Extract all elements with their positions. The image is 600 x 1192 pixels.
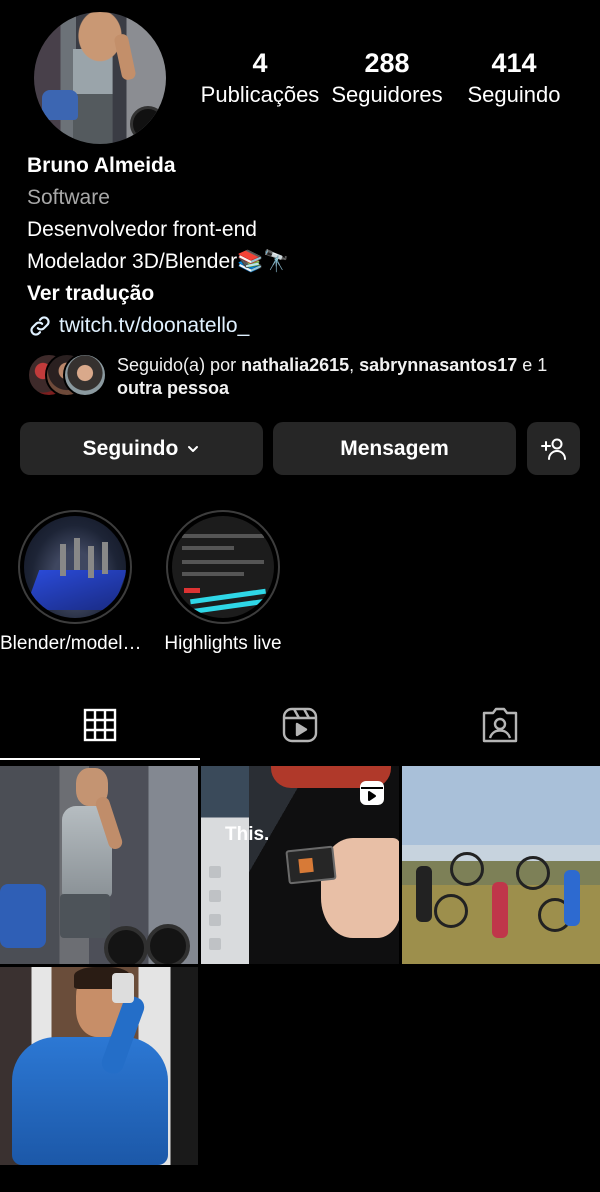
translate-link[interactable]: Ver tradução (27, 278, 587, 310)
tagged-icon (482, 707, 518, 743)
stat-followers[interactable]: 288 Seguidores (322, 46, 452, 110)
highlight-label: Highlights live (164, 633, 282, 654)
highlight-post (88, 546, 94, 578)
post-scene-shape (564, 870, 580, 926)
followers-label: Seguidores (331, 82, 443, 107)
post-scene-shape (209, 914, 221, 926)
following-count: 414 (491, 48, 537, 78)
following-button[interactable]: Seguindo (20, 422, 263, 475)
mutual-user-1: nathalia2615 (241, 355, 350, 375)
highlight-badge (184, 588, 200, 593)
stat-posts[interactable]: 4 Publicações (195, 46, 325, 110)
highlight-cover (24, 516, 126, 618)
post-scene-shape (450, 852, 484, 886)
post-scene-shape (434, 894, 468, 928)
highlight-post (102, 542, 108, 574)
profile-category: Software (27, 186, 110, 209)
post-scene-shape (12, 1037, 168, 1165)
following-label: Seguindo (467, 82, 561, 107)
tab-tagged[interactable] (400, 690, 600, 760)
chevron-down-icon (188, 445, 199, 452)
reels-icon (360, 781, 384, 805)
posts-count: 4 (252, 48, 268, 78)
post-scene-shape (209, 866, 221, 878)
highlight-line (182, 572, 244, 576)
profile-link[interactable]: twitch.tv/doonatello_ (27, 310, 587, 342)
following-button-label: Seguindo (82, 436, 179, 460)
bio-line-1: Desenvolvedor front-end (27, 218, 257, 241)
highlight-post (74, 538, 80, 570)
highlight-post (60, 544, 66, 576)
profile-avatar[interactable] (34, 12, 166, 144)
highlight-line (182, 546, 234, 550)
post-scene-shape (60, 894, 110, 938)
profile-actions: Seguindo Mensagem (20, 422, 580, 475)
grid-icon (83, 708, 117, 742)
profile-name: Bruno Almeida (27, 154, 176, 177)
post-thumbnail[interactable] (0, 766, 198, 964)
highlight-cover (172, 516, 274, 618)
post-scene-shape (416, 866, 432, 922)
highlight-label: Blender/modelagem (0, 633, 150, 654)
mutual-user-2: sabrynnasantos17 (359, 355, 518, 375)
followed-by-text: Seguido(a) por nathalia2615, sabrynnasan… (117, 354, 577, 400)
tab-posts[interactable] (0, 690, 200, 760)
highlight-line (182, 560, 264, 564)
mutual-avatars (27, 352, 107, 398)
profile-bio: Bruno Almeida Software Desenvolvedor fro… (27, 150, 587, 342)
post-scene-shape (285, 845, 337, 885)
followed-by-suffix: e 1 (517, 355, 548, 375)
post-scene-shape (0, 884, 46, 948)
profile-link-text: twitch.tv/doonatello_ (59, 314, 250, 337)
stat-following[interactable]: 414 Seguindo (449, 46, 579, 110)
followed-by-prefix: Seguido(a) por (117, 355, 242, 375)
highlight-line (182, 534, 264, 538)
active-tab-indicator (0, 758, 200, 760)
post-thumbnail[interactable] (402, 766, 600, 964)
post-scene-shape (201, 766, 249, 964)
post-scene-shape (112, 973, 134, 1003)
followers-count: 288 (364, 48, 410, 78)
highlight-ring (18, 510, 132, 624)
posts-label: Publicações (200, 82, 320, 107)
mutual-avatar (63, 353, 107, 397)
highlight-blender[interactable]: Blender/modelagem (0, 510, 150, 656)
avatar-equipment (42, 90, 78, 120)
message-button[interactable]: Mensagem (273, 422, 516, 475)
highlight-live[interactable]: Highlights live (148, 510, 298, 656)
reels-icon (282, 707, 318, 743)
avatar-weight-disc (130, 106, 166, 142)
add-person-button[interactable] (527, 422, 580, 475)
post-scene-shape (146, 924, 190, 964)
followed-by-rest: outra pessoa (117, 378, 230, 398)
post-overlay-text: This. (225, 824, 270, 845)
bio-line-2: Modelador 3D/Blender📚🔭 (27, 250, 290, 273)
followed-by-separator: , (349, 355, 360, 375)
profile-tabs (0, 690, 600, 760)
message-button-label: Mensagem (340, 436, 449, 460)
post-scene-shape (492, 882, 508, 938)
post-thumbnail-reel[interactable]: This. (201, 766, 399, 964)
post-scene-shape (209, 938, 221, 950)
post-scene-shape (209, 890, 221, 902)
highlight-ring (166, 510, 280, 624)
followed-by[interactable]: Seguido(a) por nathalia2615, sabrynnasan… (27, 352, 587, 400)
post-scene-shape (516, 856, 550, 890)
link-icon (30, 316, 50, 336)
post-thumbnail[interactable] (0, 967, 198, 1165)
avatar-arm (113, 33, 137, 81)
tab-reels[interactable] (200, 690, 400, 760)
add-person-icon (540, 438, 566, 460)
post-scene-shape (104, 926, 148, 964)
highlight-floor (24, 570, 126, 610)
